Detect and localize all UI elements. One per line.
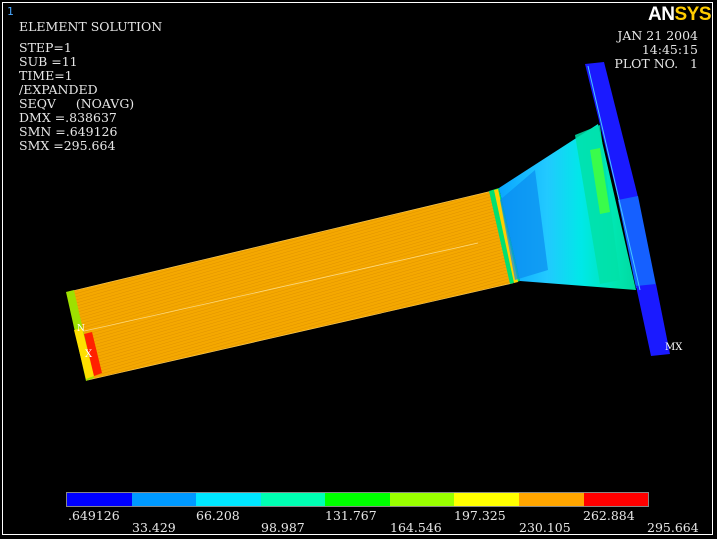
legend-swatch-3 (196, 493, 261, 506)
legend-swatch-4 (260, 493, 326, 506)
tube-body (67, 190, 514, 381)
legend-label-5: 131.767 (325, 508, 377, 523)
legend-label-1: .649126 (68, 508, 120, 523)
legend-label-10: 295.664 (647, 520, 699, 535)
min-stress-marker: X (85, 349, 93, 360)
legend-swatch-8 (518, 493, 584, 506)
legend-label-7: 197.325 (454, 508, 506, 523)
legend-label-4: 98.987 (261, 520, 305, 535)
legend-label-8: 230.105 (519, 520, 571, 535)
legend-label-2: 33.429 (132, 520, 176, 535)
legend-swatch-9 (583, 493, 649, 506)
legend-swatch-6 (389, 493, 455, 506)
legend-label-6: 164.546 (390, 520, 442, 535)
fea-model-view[interactable] (0, 0, 717, 539)
contour-legend-bar (66, 492, 649, 507)
legend-swatch-1 (67, 493, 132, 506)
legend-swatch-7 (454, 493, 519, 506)
legend-label-3: 66.208 (196, 508, 240, 523)
legend-swatch-5 (325, 493, 390, 506)
node-tag: N (77, 324, 85, 334)
legend-label-9: 262.884 (583, 508, 635, 523)
max-displacement-marker: MX (665, 342, 683, 353)
legend-swatch-2 (131, 493, 197, 506)
